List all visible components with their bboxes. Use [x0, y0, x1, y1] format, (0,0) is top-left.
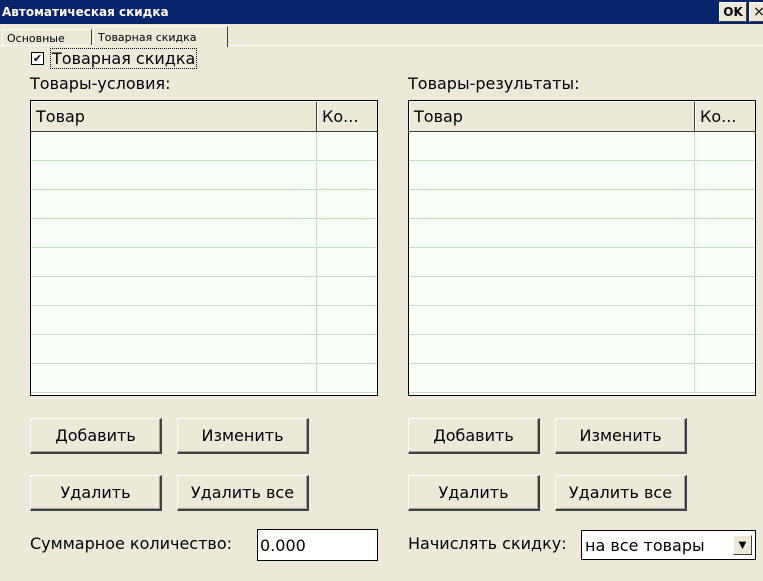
table-row[interactable]	[31, 335, 377, 364]
tab-strip: Основные Товарная скидка	[0, 24, 763, 47]
column-header-goods[interactable]: Товар	[31, 101, 317, 131]
table-row[interactable]	[409, 277, 755, 306]
apply-discount-value: на все товары	[585, 535, 705, 555]
goods-discount-checkbox[interactable]: ✔	[31, 52, 44, 65]
conditions-table[interactable]: Товар Ко...	[30, 100, 378, 396]
window-title: Автоматическая скидка	[2, 5, 169, 19]
results-add-button[interactable]: Добавить	[408, 418, 540, 454]
goods-discount-checkbox-label: Товарная скидка	[50, 48, 198, 69]
apply-discount-select[interactable]: на все товары ▼	[581, 530, 756, 560]
column-header-goods[interactable]: Товар	[409, 101, 695, 131]
table-row[interactable]	[31, 219, 377, 248]
table-row[interactable]	[31, 364, 377, 393]
total-quantity-input[interactable]	[257, 529, 378, 561]
tab-basic[interactable]: Основные	[2, 29, 92, 46]
results-table[interactable]: Товар Ко...	[408, 100, 756, 396]
apply-discount-label: Начислять скидку:	[408, 534, 567, 553]
conditions-edit-button[interactable]: Изменить	[177, 418, 309, 454]
table-row[interactable]	[31, 161, 377, 190]
conditions-delete-all-button[interactable]: Удалить все	[177, 475, 309, 511]
table-row[interactable]	[409, 335, 755, 364]
table-row[interactable]	[31, 306, 377, 335]
results-table-header: Товар Ко...	[409, 101, 755, 132]
results-delete-button[interactable]: Удалить	[408, 475, 540, 511]
table-row[interactable]	[409, 248, 755, 277]
total-quantity-label: Суммарное количество:	[30, 534, 233, 553]
column-header-quantity[interactable]: Ко...	[317, 101, 377, 131]
goods-discount-checkbox-row[interactable]: ✔ Товарная скидка	[31, 48, 198, 69]
column-header-quantity[interactable]: Ко...	[695, 101, 755, 131]
conditions-add-button[interactable]: Добавить	[30, 418, 162, 454]
table-row[interactable]	[409, 364, 755, 393]
tab-goods-discount[interactable]: Товарная скидка	[93, 26, 228, 47]
ok-button[interactable]: OK	[719, 2, 747, 22]
title-bar: Автоматическая скидка OK ×	[0, 0, 763, 24]
close-button[interactable]: ×	[749, 2, 763, 22]
table-row[interactable]	[409, 219, 755, 248]
results-delete-all-button[interactable]: Удалить все	[555, 475, 687, 511]
table-row[interactable]	[409, 306, 755, 335]
conditions-table-body[interactable]	[31, 132, 377, 393]
results-table-body[interactable]	[409, 132, 755, 393]
table-row[interactable]	[31, 248, 377, 277]
table-row[interactable]	[409, 132, 755, 161]
results-label: Товары-результаты:	[408, 74, 580, 93]
table-row[interactable]	[31, 277, 377, 306]
table-row[interactable]	[31, 190, 377, 219]
conditions-delete-button[interactable]: Удалить	[30, 475, 162, 511]
table-row[interactable]	[409, 190, 755, 219]
table-row[interactable]	[31, 132, 377, 161]
check-icon: ✔	[32, 52, 43, 65]
triangle-down-icon[interactable]: ▼	[733, 535, 752, 555]
table-row[interactable]	[409, 161, 755, 190]
conditions-table-header: Товар Ко...	[31, 101, 377, 132]
results-edit-button[interactable]: Изменить	[555, 418, 687, 454]
conditions-label: Товары-условия:	[30, 74, 171, 93]
